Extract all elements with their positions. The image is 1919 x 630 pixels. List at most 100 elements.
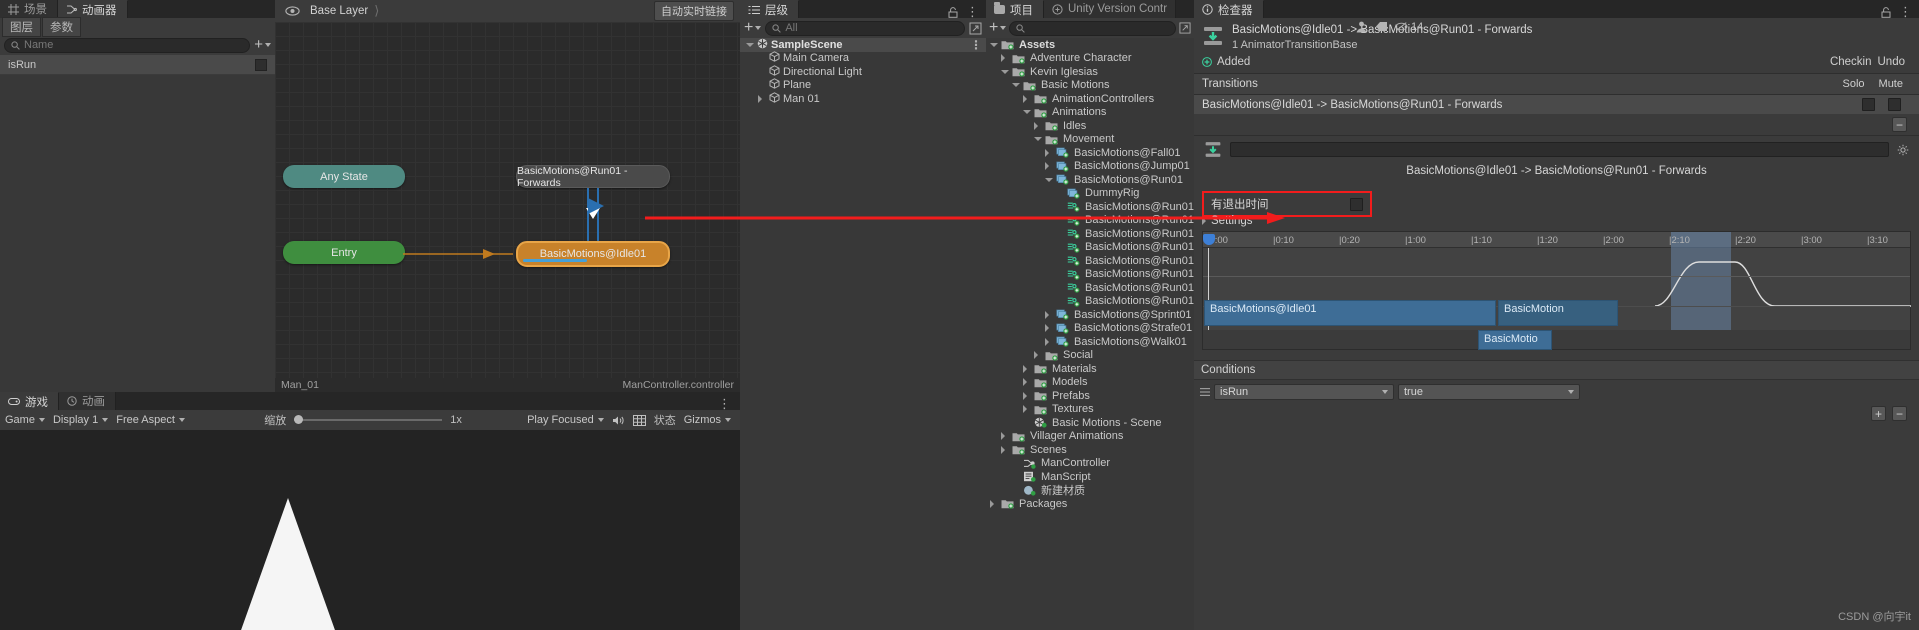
project-row[interactable]: BasicMotions@Jump01 xyxy=(986,160,1194,174)
hierarchy-search-input[interactable]: All xyxy=(765,20,965,36)
project-row[interactable]: ManController xyxy=(986,457,1194,471)
add-condition-button[interactable]: + xyxy=(1871,406,1886,421)
game-scale-slider-knob[interactable] xyxy=(294,415,304,424)
game-gizmos-dropdown[interactable]: Gizmos xyxy=(684,414,735,426)
tab-hierarchy[interactable]: 层级 xyxy=(740,0,799,18)
game-grid-icon[interactable] xyxy=(632,414,646,426)
hidden-count-badge[interactable]: 14 xyxy=(1395,21,1423,33)
hierarchy-popout-icon[interactable] xyxy=(969,22,982,35)
project-row[interactable]: Packages xyxy=(986,497,1194,511)
project-row[interactable]: Basic Motions - Scene xyxy=(986,416,1194,430)
project-row[interactable]: Villager Animations xyxy=(986,430,1194,444)
node-idle01[interactable]: BasicMotions@Idle01 xyxy=(516,241,670,267)
project-row[interactable]: BasicMotions@Strafe01 xyxy=(986,322,1194,336)
chevron-right-icon[interactable] xyxy=(1045,310,1053,319)
parameter-search-input[interactable]: Name xyxy=(4,37,251,53)
parameter-row-isrun[interactable]: isRun xyxy=(0,55,275,75)
game-play-focused-dropdown[interactable]: Play Focused xyxy=(527,414,604,426)
state-transition-connector[interactable] xyxy=(558,188,628,241)
project-row[interactable]: 新建材质 xyxy=(986,484,1194,497)
auto-live-link-button[interactable]: 自动实时链接 xyxy=(654,1,734,21)
solo-checkbox[interactable] xyxy=(1862,98,1875,111)
chevron-right-icon[interactable] xyxy=(1045,324,1053,333)
checkin-button[interactable]: Checkin xyxy=(1830,56,1872,68)
project-row[interactable]: Assets xyxy=(986,38,1194,52)
animator-graph-canvas[interactable]: Any State Entry BasicMotions@Run01 - For… xyxy=(275,22,740,382)
chevron-right-icon[interactable] xyxy=(1034,121,1042,130)
game-stats-label[interactable]: 状态 xyxy=(654,412,676,428)
chevron-down-icon[interactable] xyxy=(990,42,998,47)
timeline-destination-clip[interactable]: BasicMotion xyxy=(1498,300,1618,326)
chevron-right-icon[interactable] xyxy=(1045,162,1053,171)
add-parameter-button[interactable]: + xyxy=(254,37,271,52)
hierarchy-kebab-menu-icon[interactable]: ⋮ xyxy=(966,5,979,18)
chevron-right-icon[interactable] xyxy=(1023,391,1031,400)
tab-project[interactable]: 项目 xyxy=(986,0,1044,18)
hierarchy-add-button[interactable]: + xyxy=(744,20,762,36)
chevron-right-icon[interactable] xyxy=(1023,364,1031,373)
chevron-down-icon[interactable] xyxy=(746,42,754,47)
project-row[interactable]: BasicMotions@Walk01 xyxy=(986,335,1194,349)
label-tag-icon[interactable] xyxy=(1375,21,1388,32)
hierarchy-row[interactable]: Main Camera xyxy=(740,51,986,66)
tab-inspector[interactable]: 检查器 xyxy=(1194,0,1264,18)
project-row[interactable]: BasicMotions@Run01 xyxy=(986,173,1194,187)
chevron-right-icon[interactable] xyxy=(1001,54,1009,63)
condition-value-dropdown[interactable]: true xyxy=(1398,384,1580,400)
transition-timeline[interactable]: |0:00 |0:10 |0:20 |1:00 |1:10 |1:20 |2:00 |2:10… xyxy=(1202,231,1911,350)
timeline-source-clip[interactable]: BasicMotions@Idle01 xyxy=(1204,300,1496,326)
project-row[interactable]: BasicMotions@Run01 - xyxy=(986,268,1194,282)
chevron-right-icon[interactable] xyxy=(1023,405,1031,414)
game-view-title[interactable]: Game xyxy=(5,414,45,426)
project-row[interactable]: DummyRig xyxy=(986,187,1194,201)
project-row[interactable]: BasicMotions@Fall01 xyxy=(986,146,1194,160)
chevron-right-icon[interactable] xyxy=(758,94,766,103)
tab-animation[interactable]: 动画 xyxy=(59,392,116,410)
project-row[interactable]: Social xyxy=(986,349,1194,363)
transition-object-field[interactable] xyxy=(1230,142,1889,157)
speaker-icon[interactable] xyxy=(612,415,625,426)
project-row[interactable]: Animations xyxy=(986,106,1194,120)
condition-parameter-dropdown[interactable]: isRun xyxy=(1214,384,1394,400)
tab-unity-version-control[interactable]: Unity Version Contr xyxy=(1044,0,1176,18)
lock-icon[interactable] xyxy=(1881,6,1891,18)
timeline-ruler[interactable]: |0:00 |0:10 |0:20 |1:00 |1:10 |1:20 |2:00 |2:10… xyxy=(1203,232,1910,248)
eye-icon[interactable] xyxy=(285,6,300,16)
project-row[interactable]: BasicMotions@Run01 - xyxy=(986,214,1194,228)
lock-icon[interactable] xyxy=(948,6,958,18)
chevron-down-icon[interactable] xyxy=(1023,110,1031,115)
transition-list-row[interactable]: BasicMotions@Idle01 -> BasicMotions@Run0… xyxy=(1194,95,1919,114)
project-row[interactable]: Adventure Character xyxy=(986,52,1194,66)
chevron-right-icon[interactable] xyxy=(990,499,998,508)
subtab-parameters[interactable]: 参数 xyxy=(42,16,81,37)
has-exit-time-checkbox[interactable] xyxy=(1350,197,1363,211)
scene-kebab-menu-icon[interactable]: ⋮ xyxy=(970,39,982,51)
tab-scene[interactable]: 场景 xyxy=(0,0,58,18)
project-row[interactable]: Movement xyxy=(986,133,1194,147)
condition-drag-handle-icon[interactable] xyxy=(1200,387,1210,397)
project-row[interactable]: ManScript xyxy=(986,470,1194,484)
chevron-right-icon[interactable] xyxy=(1034,351,1042,360)
project-tree[interactable]: Assets Adventure Character Kevin Iglesias B… xyxy=(986,38,1194,511)
hierarchy-tree[interactable]: SampleScene ⋮ Main Camera Directional Light… xyxy=(740,38,986,106)
game-aspect-dropdown[interactable]: Free Aspect xyxy=(116,414,256,426)
chevron-right-icon[interactable] xyxy=(1045,337,1053,346)
inspector-kebab-menu-icon[interactable]: ⋮ xyxy=(1899,5,1912,18)
parameter-bool-toggle[interactable] xyxy=(255,58,267,71)
project-row[interactable]: AnimationControllers xyxy=(986,92,1194,106)
project-search-input[interactable] xyxy=(1009,20,1176,36)
project-row[interactable]: BasicMotions@Run01 - xyxy=(986,295,1194,309)
hierarchy-row[interactable]: Directional Light xyxy=(740,64,986,79)
chevron-right-icon[interactable] xyxy=(1001,432,1009,441)
project-row[interactable]: Prefabs xyxy=(986,389,1194,403)
node-any-state[interactable]: Any State xyxy=(283,165,405,188)
avatar-icon[interactable] xyxy=(1355,20,1368,33)
project-row[interactable]: Models xyxy=(986,376,1194,390)
project-row[interactable]: BasicMotions@Run01 - xyxy=(986,254,1194,268)
project-row[interactable]: BasicMotions@Run01 - xyxy=(986,281,1194,295)
project-row[interactable]: Idles xyxy=(986,119,1194,133)
chevron-right-icon[interactable] xyxy=(1001,445,1009,454)
chevron-down-icon[interactable] xyxy=(1001,69,1009,74)
chevron-down-icon[interactable] xyxy=(1012,83,1020,88)
timeline-body[interactable]: BasicMotions@Idle01 BasicMotion xyxy=(1203,248,1911,330)
